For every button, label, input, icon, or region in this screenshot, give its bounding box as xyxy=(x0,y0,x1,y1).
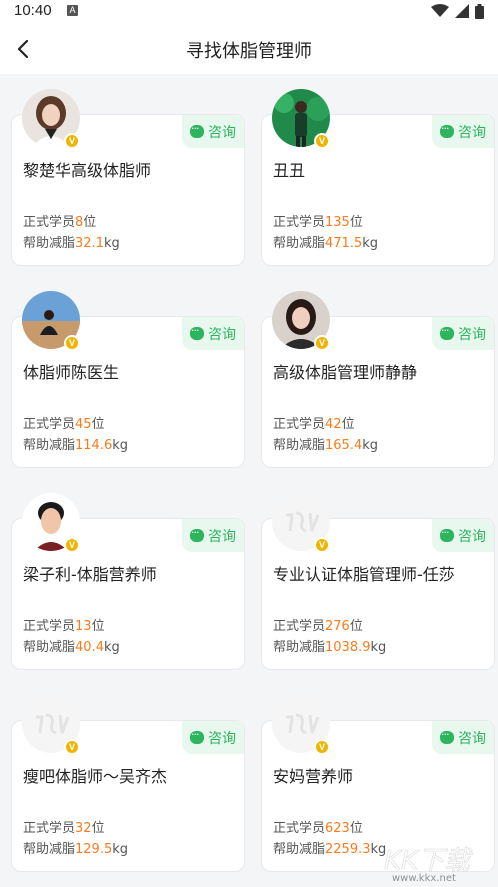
students-stat: 正式学员42位 xyxy=(273,417,355,432)
chat-bubble-icon xyxy=(440,324,454,340)
students-stat: 正式学员135位 xyxy=(273,215,363,230)
students-stat: 正式学员8位 xyxy=(23,215,97,230)
watermark-logo: KK下载 www.kkx.net xyxy=(370,843,490,884)
avatar: V xyxy=(272,291,330,351)
chat-bubble-icon xyxy=(440,122,454,138)
avatar: V xyxy=(22,89,80,149)
consult-label: 咨询 xyxy=(208,528,236,545)
consult-button[interactable]: 咨询 xyxy=(432,519,494,552)
consult-label: 咨询 xyxy=(458,326,486,343)
consult-button[interactable]: 咨询 xyxy=(182,317,244,350)
coach-card[interactable]: V 咨询 高级体脂管理师静静 正式学员42位 帮助减脂165.4kg xyxy=(261,291,495,468)
battery-icon xyxy=(475,3,484,19)
chat-bubble-icon xyxy=(190,526,204,542)
coach-card[interactable]: V 咨询 体脂师陈医生 正式学员45位 帮助减脂114.6kg xyxy=(11,291,245,468)
consult-label: 咨询 xyxy=(458,730,486,747)
avatar: V xyxy=(272,695,330,755)
consult-label: 咨询 xyxy=(208,326,236,343)
consult-label: 咨询 xyxy=(208,124,236,141)
coach-name: 体脂师陈医生 xyxy=(23,363,120,382)
avatar: V xyxy=(22,291,80,351)
consult-button[interactable]: 咨询 xyxy=(182,519,244,552)
fat-loss-stat: 帮助减脂1038.9kg xyxy=(273,640,387,655)
fat-loss-stat: 帮助减脂40.4kg xyxy=(23,640,120,655)
app-notification-icon: A xyxy=(67,5,78,16)
students-stat: 正式学员45位 xyxy=(23,417,105,432)
watermark-url: www.kkx.net xyxy=(392,873,456,883)
coach-card[interactable]: V 咨询 丑丑 正式学员135位 帮助减脂471.5kg xyxy=(261,89,495,266)
consult-button[interactable]: 咨询 xyxy=(182,115,244,148)
verified-badge-icon: V xyxy=(314,537,330,553)
coach-name: 专业认证体脂管理师-任莎 xyxy=(273,565,455,584)
coach-card[interactable]: V 咨询 专业认证体脂管理师-任莎 正式学员276位 帮助减脂1038.9kg xyxy=(261,493,495,670)
fat-loss-stat: 帮助减脂165.4kg xyxy=(273,438,379,453)
consult-button[interactable]: 咨询 xyxy=(432,115,494,148)
nav-bar: 寻找体脂管理师 xyxy=(0,24,498,74)
verified-badge-icon: V xyxy=(64,335,80,351)
chat-bubble-icon xyxy=(190,122,204,138)
students-stat: 正式学员276位 xyxy=(273,619,363,634)
avatar: V xyxy=(272,89,330,149)
students-stat: 正式学员623位 xyxy=(273,821,363,836)
signal-icon xyxy=(455,4,469,18)
coach-name: 瘦吧体脂师～吴齐杰 xyxy=(23,767,168,786)
coach-grid: V 咨询 黎楚华高级体脂师 正式学员8位 帮助减脂32.1kg xyxy=(0,74,498,887)
coach-name: 安妈营养师 xyxy=(273,767,354,786)
coach-name: 黎楚华高级体脂师 xyxy=(23,161,152,180)
coach-card[interactable]: V 咨询 瘦吧体脂师～吴齐杰 正式学员32位 帮助减脂129.5kg xyxy=(11,695,245,872)
wifi-icon xyxy=(431,4,449,17)
status-bar: 10:40 A xyxy=(0,0,498,24)
verified-badge-icon: V xyxy=(314,335,330,351)
consult-label: 咨询 xyxy=(458,528,486,545)
fat-loss-stat: 帮助减脂32.1kg xyxy=(23,236,120,251)
chat-bubble-icon xyxy=(440,526,454,542)
avatar: V xyxy=(22,695,80,755)
students-stat: 正式学员13位 xyxy=(23,619,105,634)
fat-loss-stat: 帮助减脂471.5kg xyxy=(273,236,379,251)
consult-label: 咨询 xyxy=(208,730,236,747)
chat-bubble-icon xyxy=(440,728,454,744)
verified-badge-icon: V xyxy=(314,133,330,149)
verified-badge-icon: V xyxy=(64,739,80,755)
consult-button[interactable]: 咨询 xyxy=(432,721,494,754)
consult-label: 咨询 xyxy=(458,124,486,141)
coach-name: 丑丑 xyxy=(273,161,306,180)
chat-bubble-icon xyxy=(190,324,204,340)
consult-button[interactable]: 咨询 xyxy=(182,721,244,754)
avatar: V xyxy=(22,493,80,553)
fat-loss-stat: 帮助减脂114.6kg xyxy=(23,438,129,453)
status-icons xyxy=(431,3,484,19)
coach-card[interactable]: V 咨询 黎楚华高级体脂师 正式学员8位 帮助减脂32.1kg xyxy=(11,89,245,266)
coach-card[interactable]: V 咨询 梁子利-体脂营养师 正式学员13位 帮助减脂40.4kg xyxy=(11,493,245,670)
avatar: V xyxy=(272,493,330,553)
verified-badge-icon: V xyxy=(314,739,330,755)
page-title: 寻找体脂管理师 xyxy=(186,41,312,62)
coach-name: 梁子利-体脂营养师 xyxy=(23,565,157,584)
verified-badge-icon: V xyxy=(64,537,80,553)
consult-button[interactable]: 咨询 xyxy=(432,317,494,350)
status-time: 10:40 xyxy=(14,2,52,19)
watermark-text: KK下载 xyxy=(384,846,473,876)
chat-bubble-icon xyxy=(190,728,204,744)
fat-loss-stat: 帮助减脂129.5kg xyxy=(23,842,129,857)
coach-name: 高级体脂管理师静静 xyxy=(273,363,418,382)
verified-badge-icon: V xyxy=(64,133,80,149)
students-stat: 正式学员32位 xyxy=(23,821,105,836)
